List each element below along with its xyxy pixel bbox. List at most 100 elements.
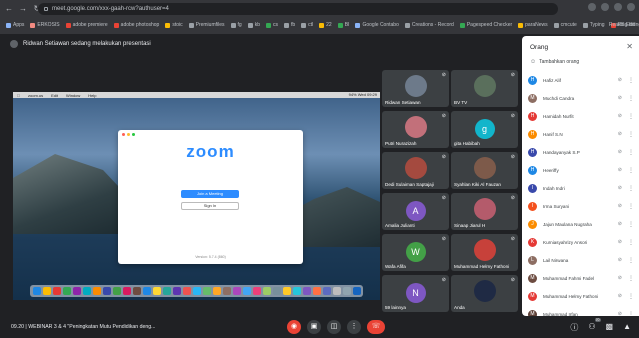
bookmark-item[interactable]: adobe photoshop xyxy=(113,22,159,28)
extension-icon[interactable] xyxy=(614,3,622,11)
participant-tile[interactable]: ⊘ BV TV xyxy=(451,70,518,107)
participant-tile[interactable]: W ⊘ Wafa Afifa xyxy=(382,234,449,271)
profile-icon[interactable] xyxy=(627,3,635,11)
participant-tile[interactable]: ⊘ Muhammad Helmy Fathoni xyxy=(451,234,518,271)
participant-tile[interactable]: ⊘ Anda xyxy=(451,275,518,312)
mic-muted-icon: ⊘ xyxy=(617,239,622,245)
forward-icon[interactable]: → xyxy=(18,4,28,14)
participant-row[interactable]: J Jajun Maulana Nugraha ⊘ ⋮ xyxy=(528,215,636,233)
mic-muted-icon: ⊘ xyxy=(617,275,622,281)
more-vert-icon[interactable]: ⋮ xyxy=(628,77,634,84)
more-vert-icon[interactable]: ⋮ xyxy=(628,185,634,192)
more-vert-icon[interactable]: ⋮ xyxy=(628,221,634,228)
bookmark-item[interactable]: paraNews xyxy=(518,22,548,28)
more-vert-icon[interactable]: ⋮ xyxy=(628,131,634,138)
bookmark-item[interactable]: BI xyxy=(337,22,349,28)
participant-tile[interactable]: ⊘ Putri Nurazizah xyxy=(382,111,449,148)
participant-tile[interactable]: g ⊘ gita Habibah xyxy=(451,111,518,148)
bookmark-item[interactable]: cmcute xyxy=(553,22,577,28)
present-button[interactable]: ◫ xyxy=(327,320,341,334)
extension-icon[interactable] xyxy=(601,3,609,11)
bookmark-item[interactable]: cs xyxy=(265,22,278,28)
more-vert-icon[interactable]: ⋮ xyxy=(628,95,634,102)
end-call-button[interactable]: ☏ xyxy=(367,320,385,334)
participant-tile[interactable]: ⊘ Sinaap Jiarul H xyxy=(451,193,518,230)
bookmark-item[interactable]: Premiumfiles xyxy=(188,22,225,28)
more-vert-icon[interactable]: ⋮ xyxy=(628,149,634,156)
more-vert-icon[interactable]: ⋮ xyxy=(628,203,634,210)
cursor-icon: ➤ xyxy=(143,177,149,184)
mic-off-button[interactable]: ◉ xyxy=(287,320,301,334)
bookmark-item[interactable]: fb xyxy=(283,22,295,28)
participant-row[interactable]: H Hafiz Alif ⊘ ⋮ xyxy=(528,71,636,89)
chat-icon[interactable]: ▩ xyxy=(606,322,614,333)
add-person-icon: ☺ xyxy=(530,59,537,65)
participant-tile[interactable]: ⊘ Syahlan Kiki Al Fauzan xyxy=(451,152,518,189)
bookmark-item[interactable]: Apps xyxy=(6,22,24,28)
mic-muted-icon: ⊘ xyxy=(510,154,515,160)
reading-list[interactable]: Reading list xyxy=(609,18,635,32)
camera-button[interactable]: ▣ xyxy=(307,320,321,334)
more-vert-icon[interactable]: ⋮ xyxy=(628,239,634,246)
participant-row[interactable]: H Heeriffy ⊘ ⋮ xyxy=(528,161,636,179)
avatar xyxy=(473,75,496,97)
participant-row[interactable]: M Muhammad Fahmi Fadel ⊘ ⋮ xyxy=(528,269,636,287)
add-people-button[interactable]: ☺ Tambahkan orang xyxy=(530,59,579,65)
bookmark-item[interactable]: Typing xyxy=(582,22,605,28)
mic-muted-icon: ⊘ xyxy=(617,293,622,299)
avatar xyxy=(404,157,427,179)
more-vert-icon[interactable]: ⋮ xyxy=(628,293,634,300)
bookmark-label: cmcute xyxy=(560,22,577,28)
bookmark-item[interactable]: stoic xyxy=(165,22,183,28)
address-bar[interactable]: meet.google.com/xxx-gaah-rcw?authuser=4 xyxy=(38,3,558,15)
bookmark-item[interactable]: adobe premiere xyxy=(65,22,108,28)
participant-tile[interactable]: N ⊘ 59 lainnya xyxy=(382,275,449,312)
participant-name: Syahlan Kiki Al Fauzan xyxy=(454,182,501,187)
more-options-button[interactable]: ⋮ xyxy=(347,320,361,334)
close-icon[interactable]: ✕ xyxy=(626,42,633,51)
participant-tile[interactable]: ⊘ Dedi Sulaiman Saptajaji xyxy=(382,152,449,189)
more-vert-icon[interactable]: ⋮ xyxy=(628,167,634,174)
bookmark-item[interactable]: Google Contabo xyxy=(355,22,399,28)
info-icon[interactable]: ⓘ xyxy=(570,322,578,333)
avatar: A xyxy=(405,201,426,221)
avatar: M xyxy=(528,291,537,301)
bookmark-item[interactable]: ERKOSIS xyxy=(30,22,60,28)
participant-tile[interactable]: A ⊘ Amalia Julianti xyxy=(382,193,449,230)
more-vert-icon[interactable]: ⋮ xyxy=(628,113,634,120)
participant-row[interactable]: M Muhammad Irfan ⊘ ⋮ xyxy=(528,305,636,316)
participant-row[interactable]: H Hanif S.N ⊘ ⋮ xyxy=(528,125,636,143)
dock-app-icon xyxy=(163,287,171,295)
dock-app-icon xyxy=(33,287,41,295)
people-icon[interactable]: ⚇ 70 xyxy=(588,318,601,333)
dock-app-icon xyxy=(53,287,61,295)
participant-row[interactable]: M Muchdi Candra ⊘ ⋮ xyxy=(528,89,636,107)
more-vert-icon[interactable]: ⋮ xyxy=(628,311,634,317)
participant-row[interactable]: I Irma Suryani ⊘ ⋮ xyxy=(528,197,636,215)
activities-icon[interactable]: ▲ xyxy=(623,322,631,333)
people-panel: Orang ✕ ☺ Tambahkan orang H Hafiz Alif ⊘ ⋮ M… xyxy=(522,36,639,316)
participant-row[interactable]: I Indah Indri ⊘ ⋮ xyxy=(528,179,636,197)
back-icon[interactable]: ← xyxy=(4,4,14,14)
participant-row[interactable]: M Muhammad Helmy Fathoni ⊘ ⋮ xyxy=(528,287,636,305)
bookmark-label: paraNews xyxy=(525,22,548,28)
mic-muted-icon: ⊘ xyxy=(617,149,622,155)
bookmark-item[interactable]: kb xyxy=(247,22,260,28)
participant-row[interactable]: L Lail Nirwana ⊘ ⋮ xyxy=(528,251,636,269)
dock-app-icon xyxy=(193,287,201,295)
bookmark-item[interactable]: Creations - Record xyxy=(404,22,454,28)
participant-row[interactable]: H Hamidah Nurfit ⊘ ⋮ xyxy=(528,107,636,125)
participant-row[interactable]: K Kurniasyahrizy Ansori ⊘ ⋮ xyxy=(528,233,636,251)
more-vert-icon[interactable]: ⋮ xyxy=(628,275,634,282)
meeting-controls-bar: 09.20 | WEBINAR 3 & 4 "Peningkatan Mutu … xyxy=(0,318,639,338)
participant-row[interactable]: H Handayanyak S.P ⊘ ⋮ xyxy=(528,143,636,161)
dock-app-icon xyxy=(273,287,281,295)
bookmark-item[interactable]: Pagespeed Checker xyxy=(459,22,512,28)
bookmark-item[interactable]: ctl xyxy=(301,22,313,28)
more-vert-icon[interactable]: ⋮ xyxy=(628,257,634,264)
bookmark-item[interactable]: 22 xyxy=(319,22,332,28)
participant-tile[interactable]: ⊘ Ridwan Setiawan xyxy=(382,70,449,107)
bookmark-item[interactable]: fg xyxy=(230,22,242,28)
extension-icon[interactable] xyxy=(588,3,596,11)
participant-name: BV TV xyxy=(454,100,468,105)
